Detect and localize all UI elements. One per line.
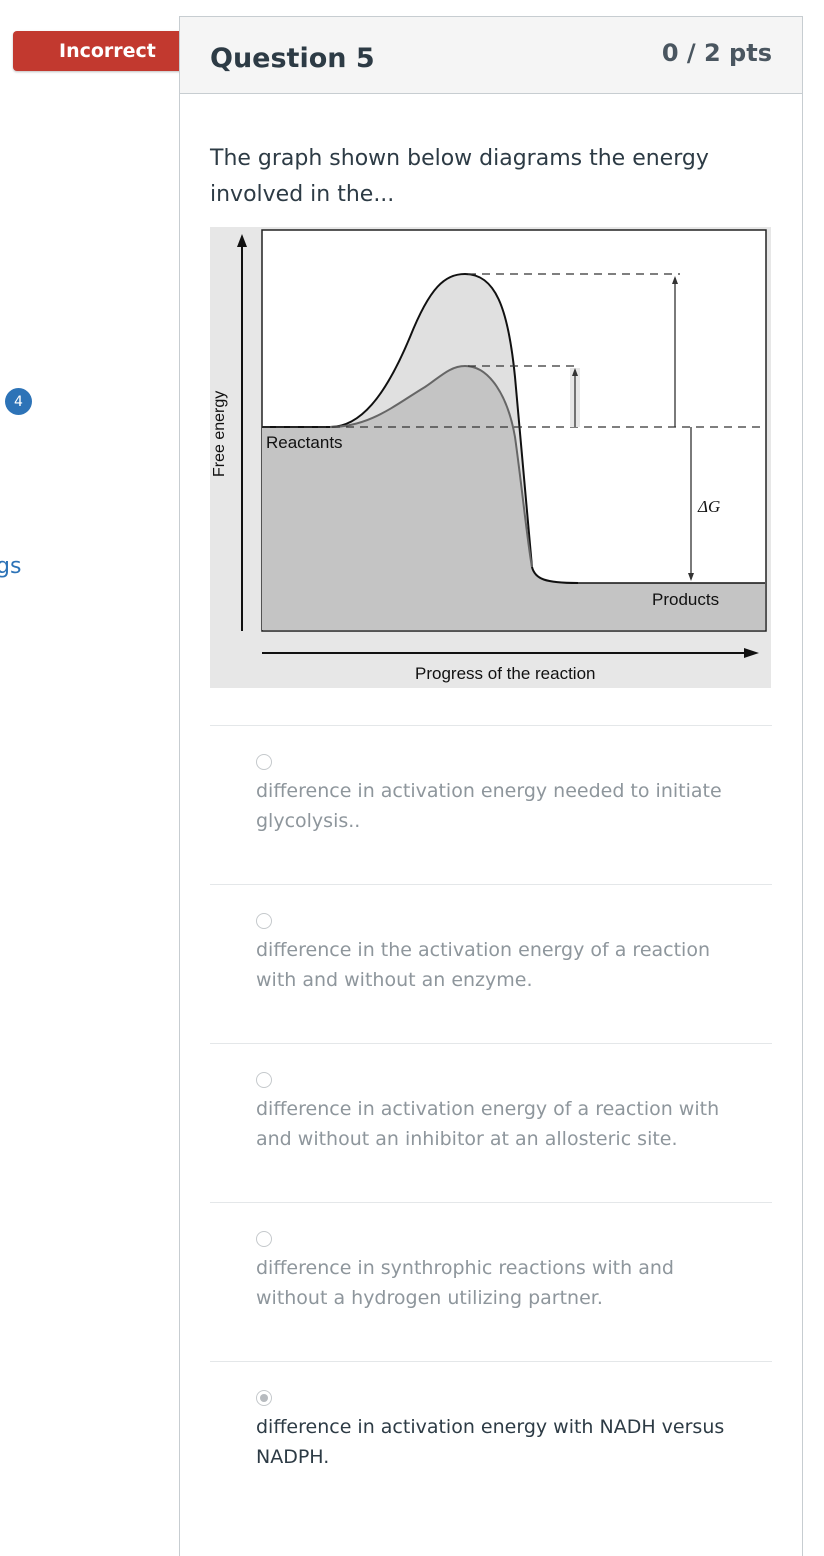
sidebar-link[interactable]: gs <box>0 554 21 579</box>
x-axis-arrow <box>744 648 759 658</box>
radio-button[interactable] <box>256 754 272 770</box>
products-label: Products <box>652 590 719 609</box>
incorrect-banner: Incorrect <box>13 31 201 71</box>
radio-button-selected[interactable] <box>256 1390 272 1406</box>
delta-g-label: ΔG <box>697 497 720 516</box>
radio-button[interactable] <box>256 1231 272 1247</box>
answer-list: difference in activation energy needed t… <box>210 725 772 1520</box>
incorrect-label: Incorrect <box>59 40 156 62</box>
x-axis-label: Progress of the reaction <box>415 664 595 683</box>
sidebar-badge[interactable]: 4 <box>5 388 32 415</box>
answer-option[interactable]: difference in synthrophic reactions with… <box>210 1202 772 1361</box>
answer-option-selected[interactable]: difference in activation energy with NAD… <box>210 1361 772 1520</box>
question-header: Question 5 0 / 2 pts <box>180 17 802 94</box>
answer-text: difference in the activation energy of a… <box>256 939 710 991</box>
answer-option[interactable]: difference in activation energy of a rea… <box>210 1043 772 1202</box>
question-title: Question 5 <box>210 43 375 74</box>
y-axis-arrow <box>237 234 247 247</box>
reactants-label: Reactants <box>266 433 343 452</box>
question-points: 0 / 2 pts <box>661 39 772 67</box>
answer-text: difference in activation energy of a rea… <box>256 1098 720 1150</box>
radio-button[interactable] <box>256 913 272 929</box>
radio-button[interactable] <box>256 1072 272 1088</box>
energy-diagram: Free energy Reactants Products ΔG Progre… <box>210 227 771 688</box>
answer-option[interactable]: difference in activation energy needed t… <box>210 725 772 884</box>
answer-option[interactable]: difference in the activation energy of a… <box>210 884 772 1043</box>
y-axis-label: Free energy <box>211 391 228 477</box>
answer-text: difference in activation energy needed t… <box>256 780 722 832</box>
answer-text: difference in synthrophic reactions with… <box>256 1257 674 1309</box>
answer-text: difference in activation energy with NAD… <box>256 1416 725 1468</box>
question-card: Question 5 0 / 2 pts The graph shown bel… <box>179 16 803 1556</box>
energy-diagram-svg: Free energy Reactants Products ΔG Progre… <box>211 229 767 683</box>
question-text: The graph shown below diagrams the energ… <box>210 146 709 207</box>
